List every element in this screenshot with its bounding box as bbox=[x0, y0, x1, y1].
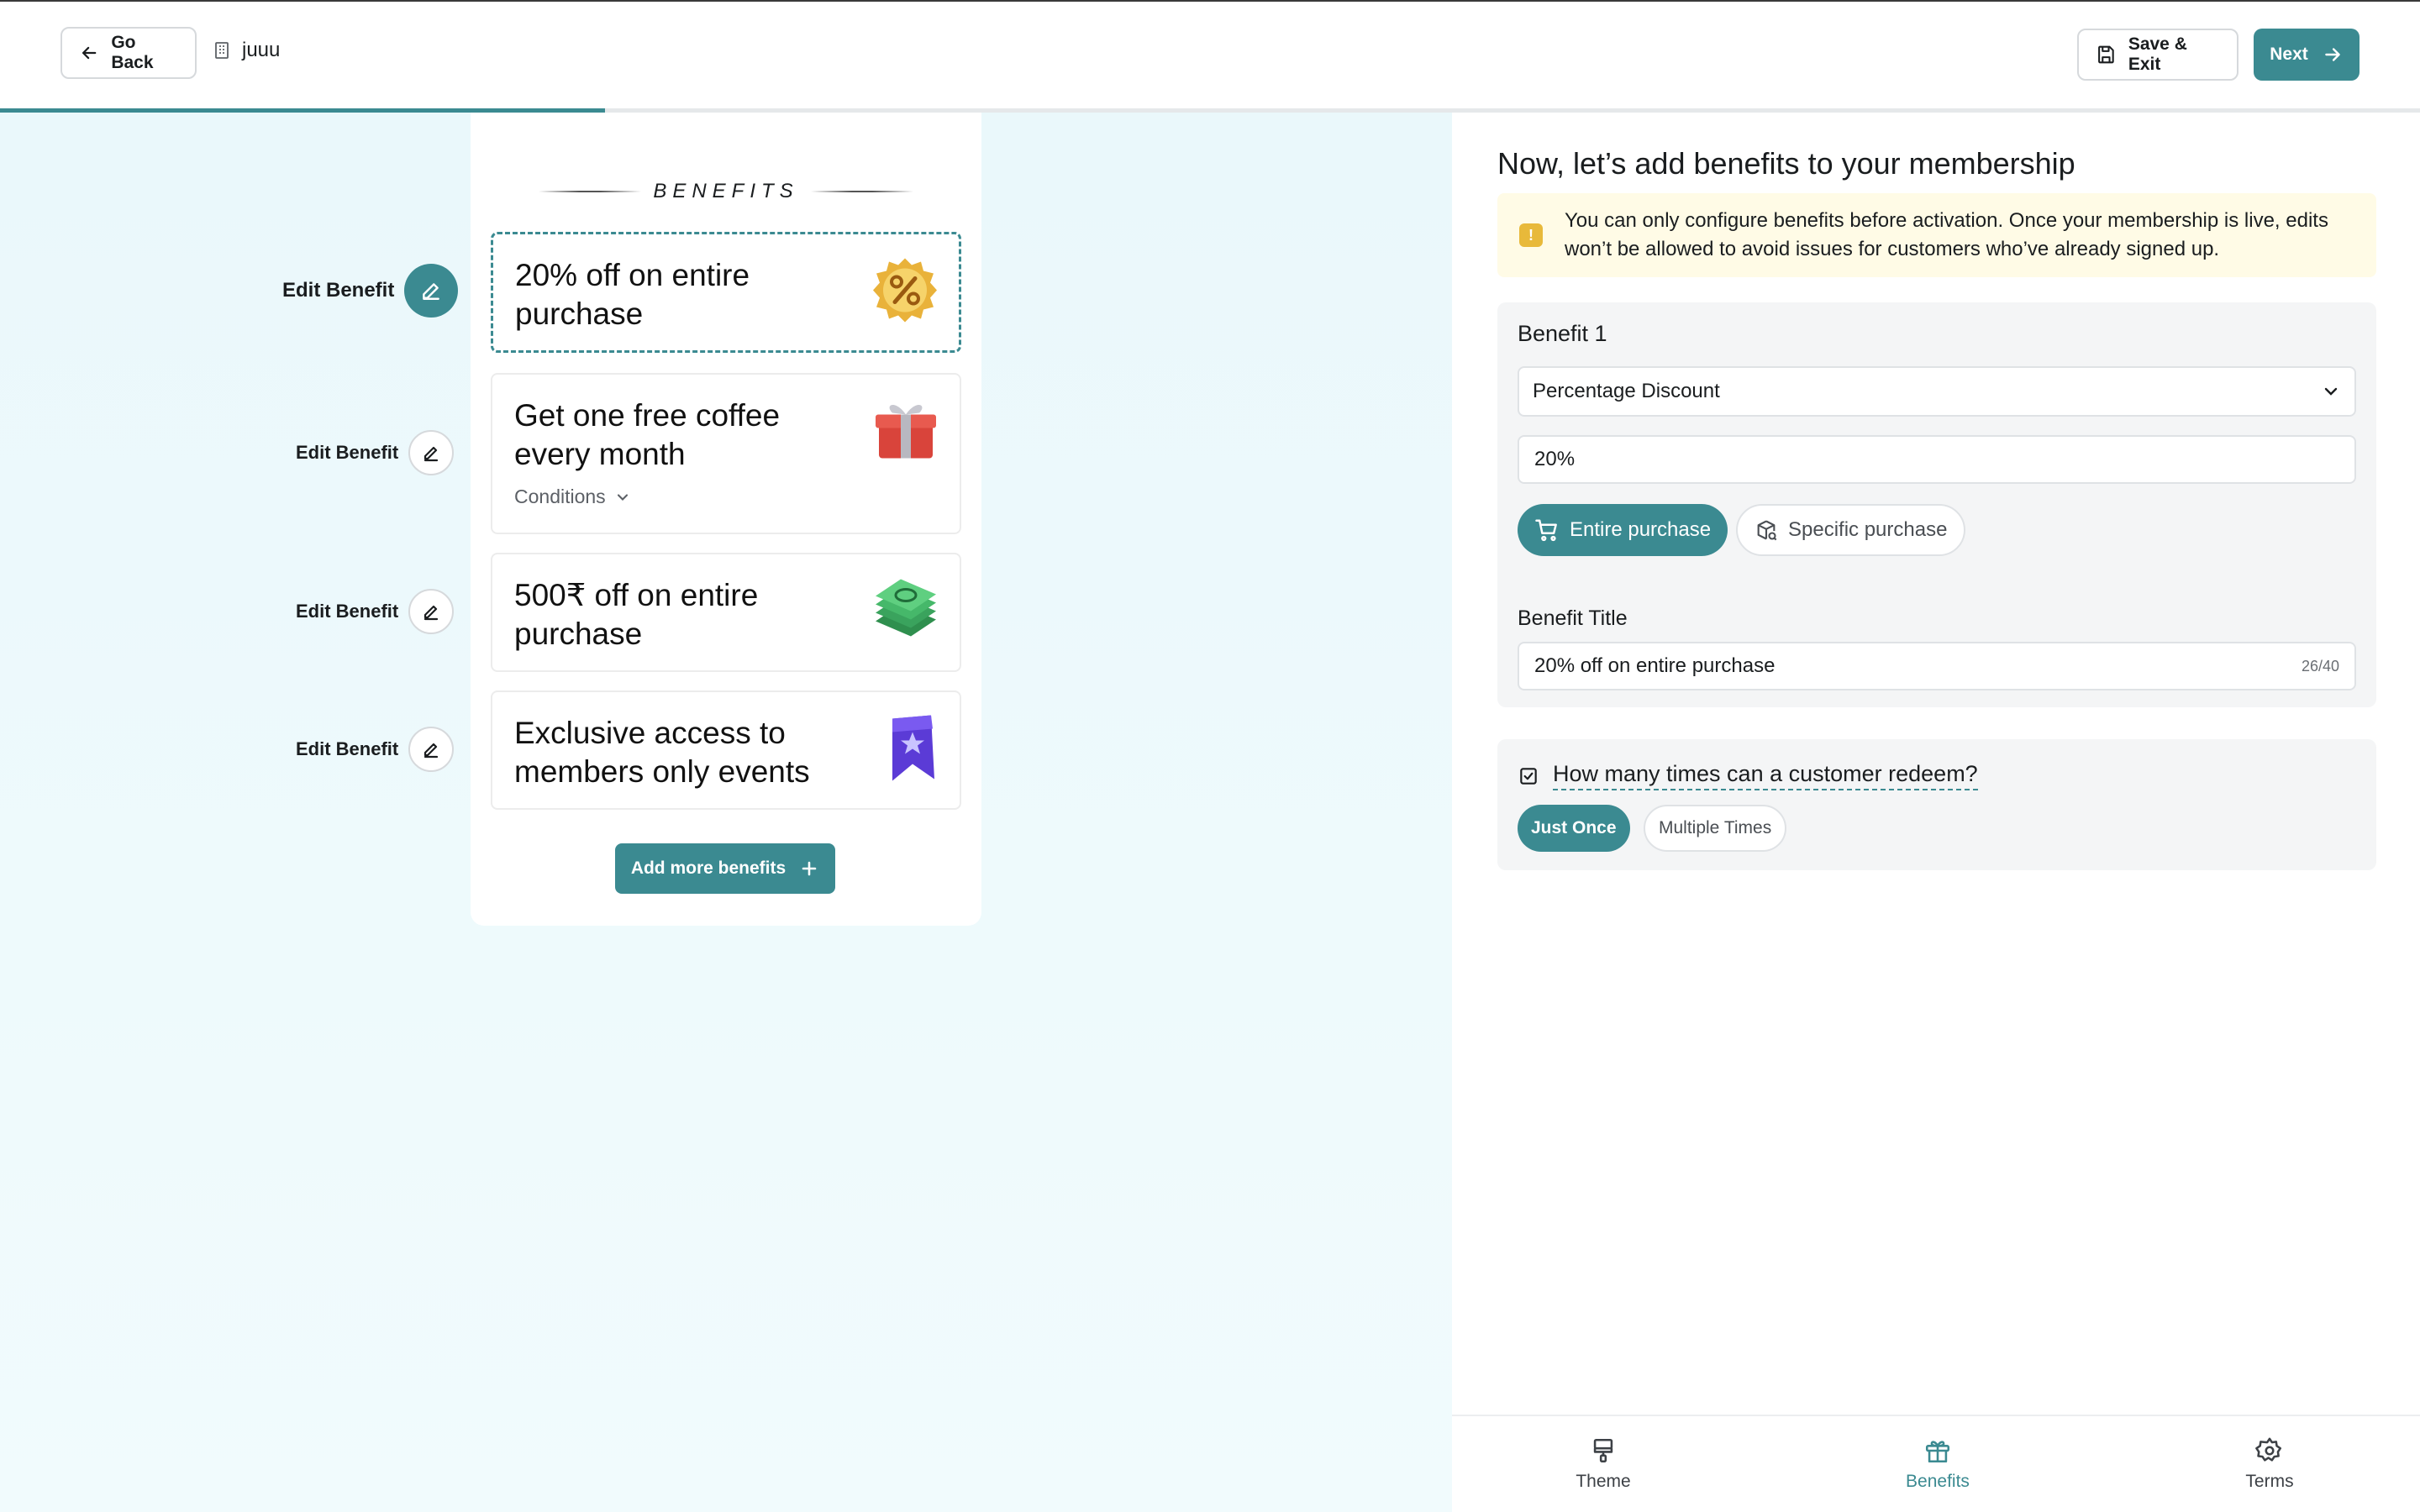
edit-benefit-control[interactable]: Edit Benefit bbox=[282, 264, 459, 318]
percent-badge-icon bbox=[870, 255, 940, 330]
benefit-card-title: Exclusive access to members only events bbox=[514, 716, 810, 789]
arrow-left-icon bbox=[82, 46, 97, 60]
top-header: Go Back juuu Save & Exit Next bbox=[0, 2, 2420, 114]
membership-preview-pane: BENEFITS 20% off on entire purchase Get … bbox=[0, 113, 1452, 1512]
pencil-icon bbox=[424, 743, 439, 759]
edit-benefit-button[interactable] bbox=[408, 727, 455, 772]
gift-box-icon bbox=[871, 395, 941, 470]
multiple-times-option[interactable]: Multiple Times bbox=[1644, 805, 1787, 852]
chevron-down-icon bbox=[617, 493, 628, 501]
next-button[interactable]: Next bbox=[2254, 29, 2360, 81]
pencil-icon bbox=[423, 283, 440, 300]
benefit-card[interactable]: 20% off on entire purchase bbox=[491, 232, 961, 353]
edit-benefit-button[interactable] bbox=[404, 264, 459, 318]
warning-text: You can only configure benefits before a… bbox=[1565, 209, 2328, 260]
redeem-question-text: How many times can a customer redeem? bbox=[1553, 761, 1978, 790]
benefit-card[interactable]: 500₹ off on entire purchase bbox=[491, 553, 961, 672]
benefit-card-title: Get one free coffee every month bbox=[514, 398, 781, 471]
heading-divider-right bbox=[810, 191, 913, 192]
edit-benefit-label: Edit Benefit bbox=[282, 279, 395, 302]
benefit-title-input[interactable]: 20% off on entire purchase 26/40 bbox=[1518, 642, 2356, 690]
bottom-navigation: Theme Benefits Terms bbox=[1452, 1415, 2420, 1512]
just-once-option[interactable]: Just Once bbox=[1518, 805, 1630, 852]
benefits-preview-card: BENEFITS 20% off on entire purchase Get … bbox=[471, 113, 981, 926]
edit-benefit-control[interactable]: Edit Benefit bbox=[296, 727, 455, 772]
benefits-heading-text: BENEFITS bbox=[653, 180, 799, 202]
character-counter: 26/40 bbox=[2301, 657, 2339, 675]
add-more-label: Add more benefits bbox=[630, 858, 786, 878]
save-exit-label: Save & Exit bbox=[2128, 34, 2187, 74]
discount-amount-input[interactable]: 20% bbox=[1518, 435, 2356, 484]
benefit-title-value: 20% off on entire purchase bbox=[1534, 654, 1776, 677]
star-bookmark-icon bbox=[882, 712, 941, 789]
package-search-icon bbox=[1757, 520, 1777, 541]
activation-warning: ! You can only configure benefits before… bbox=[1497, 193, 2376, 277]
arrow-right-icon bbox=[2324, 48, 2340, 61]
tab-benefits[interactable]: Benefits bbox=[1870, 1436, 2005, 1492]
edit-benefit-label: Edit Benefit bbox=[296, 442, 399, 463]
benefit-card[interactable]: Get one free coffee every month Conditio… bbox=[491, 373, 961, 534]
entire-purchase-option[interactable]: Entire purchase bbox=[1518, 504, 1728, 556]
benefit-editor-panel: Benefit 1 Percentage Discount 20% Entire… bbox=[1497, 302, 2376, 771]
edit-benefit-control[interactable]: Edit Benefit bbox=[296, 589, 455, 634]
specific-purchase-option[interactable]: Specific purchase bbox=[1736, 504, 1966, 556]
page-title: Now, let’s add benefits to your membersh… bbox=[1497, 146, 2075, 181]
redemption-panel: How many times can a customer redeem? Ju… bbox=[1497, 739, 2376, 870]
warning-icon: ! bbox=[1519, 223, 1543, 247]
entire-purchase-label: Entire purchase bbox=[1570, 518, 1712, 541]
tab-terms[interactable]: Terms bbox=[2202, 1436, 2337, 1492]
benefits-heading: BENEFITS bbox=[471, 180, 981, 203]
edit-benefit-button[interactable] bbox=[408, 430, 455, 475]
organization-name: juuu bbox=[212, 39, 280, 62]
plus-icon bbox=[802, 861, 817, 876]
tab-terms-label: Terms bbox=[2245, 1472, 2294, 1491]
gear-icon bbox=[2255, 1437, 2282, 1462]
go-back-label: Go Back bbox=[111, 33, 154, 72]
building-icon bbox=[215, 42, 229, 59]
pencil-icon bbox=[424, 446, 439, 462]
conditions-toggle[interactable]: Conditions bbox=[514, 486, 938, 508]
conditions-label: Conditions bbox=[514, 486, 606, 507]
multiple-times-label: Multiple Times bbox=[1659, 818, 1772, 837]
tab-theme[interactable]: Theme bbox=[1536, 1436, 1670, 1492]
redeem-question: How many times can a customer redeem? bbox=[1518, 761, 1978, 790]
paint-roller-icon bbox=[1593, 1438, 1613, 1463]
gift-icon bbox=[1925, 1441, 1950, 1463]
specific-purchase-label: Specific purchase bbox=[1788, 518, 1948, 541]
edit-benefit-label: Edit Benefit bbox=[296, 738, 399, 759]
tab-benefits-label: Benefits bbox=[1906, 1472, 1970, 1491]
benefit-type-value: Percentage Discount bbox=[1533, 380, 1720, 402]
benefit-config-pane: Now, let’s add benefits to your membersh… bbox=[1452, 113, 2420, 1512]
heading-divider-left bbox=[539, 191, 642, 192]
checkbox-icon bbox=[1520, 767, 1537, 785]
chevron-down-icon bbox=[2324, 387, 2338, 396]
go-back-button[interactable]: Go Back bbox=[60, 27, 197, 79]
benefit-number-label: Benefit 1 bbox=[1518, 321, 1607, 346]
shopping-cart-icon bbox=[1535, 519, 1557, 542]
edit-benefit-button[interactable] bbox=[408, 589, 455, 634]
edit-benefit-label: Edit Benefit bbox=[296, 601, 399, 622]
benefit-card-title: 20% off on entire purchase bbox=[515, 258, 750, 331]
org-name-label: juuu bbox=[242, 39, 281, 61]
just-once-label: Just Once bbox=[1531, 818, 1617, 837]
pencil-icon bbox=[424, 605, 439, 621]
tab-theme-label: Theme bbox=[1576, 1472, 1631, 1491]
money-stack-icon bbox=[869, 575, 941, 651]
discount-amount-value: 20% bbox=[1534, 448, 1576, 470]
save-exit-button[interactable]: Save & Exit bbox=[2077, 29, 2238, 81]
benefit-type-select[interactable]: Percentage Discount bbox=[1518, 366, 2356, 417]
save-icon bbox=[2098, 45, 2114, 64]
next-label: Next bbox=[2270, 45, 2308, 64]
benefit-title-label: Benefit Title bbox=[1518, 606, 1628, 630]
benefit-card-title: 500₹ off on entire purchase bbox=[514, 578, 759, 651]
benefit-card[interactable]: Exclusive access to members only events bbox=[491, 690, 961, 810]
add-more-benefits-button[interactable]: Add more benefits bbox=[615, 843, 835, 894]
edit-benefit-control[interactable]: Edit Benefit bbox=[296, 430, 455, 475]
